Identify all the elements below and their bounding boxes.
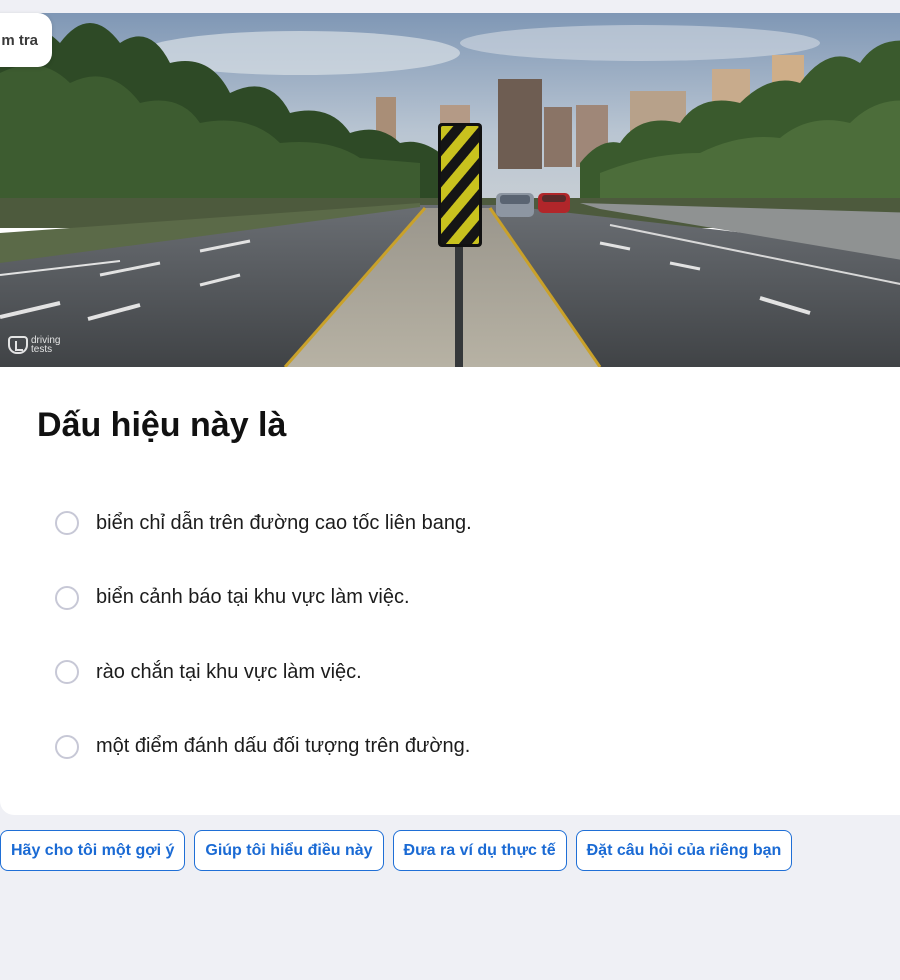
check-button[interactable]: m tra <box>0 13 52 67</box>
answer-option-label: rào chắn tại khu vực làm việc. <box>96 660 362 683</box>
driving-tests-watermark: driving tests <box>8 336 60 355</box>
hint-button[interactable]: Hãy cho tôi một gợi ý <box>0 830 186 871</box>
real-example-button[interactable]: Đưa ra ví dụ thực tế <box>392 830 567 871</box>
radio-button[interactable] <box>55 660 79 684</box>
answer-option-label: biển chỉ dẫn trên đường cao tốc liên ban… <box>96 511 472 534</box>
watermark-line2: tests <box>31 344 53 355</box>
answer-option-label: một điểm đánh dấu đối tượng trên đường. <box>96 735 471 757</box>
radio-button[interactable] <box>55 511 79 535</box>
answer-options: biển chỉ dẫn trên đường cao tốc liên ban… <box>55 508 472 806</box>
radio-button[interactable] <box>55 734 79 759</box>
answer-option-4[interactable]: một điểm đánh dấu đối tượng trên đường. <box>55 732 472 762</box>
road-scene-illustration <box>0 13 900 367</box>
ask-own-question-button[interactable]: Đặt câu hỏi của riêng bạn <box>575 830 793 871</box>
check-button-label: m tra <box>1 31 38 49</box>
answer-option-2[interactable]: biển cảnh báo tại khu vực làm việc. <box>55 583 472 613</box>
answer-option-label: biển cảnh báo tại khu vực làm việc. <box>96 586 410 608</box>
question-title: Dấu hiệu này là <box>37 406 287 444</box>
suggestion-chips: Hãy cho tôi một gợi ý Giúp tôi hiểu điều… <box>0 830 793 871</box>
radio-button[interactable] <box>55 585 79 610</box>
answer-option-3[interactable]: rào chắn tại khu vực làm việc. <box>55 657 472 687</box>
question-card: driving tests Dấu hiệu này là biển chỉ d… <box>0 13 900 815</box>
explain-button[interactable]: Giúp tôi hiểu điều này <box>194 830 384 871</box>
answer-option-1[interactable]: biển chỉ dẫn trên đường cao tốc liên ban… <box>55 508 472 538</box>
driving-tests-logo-icon <box>8 336 28 354</box>
question-image: driving tests <box>0 13 900 367</box>
